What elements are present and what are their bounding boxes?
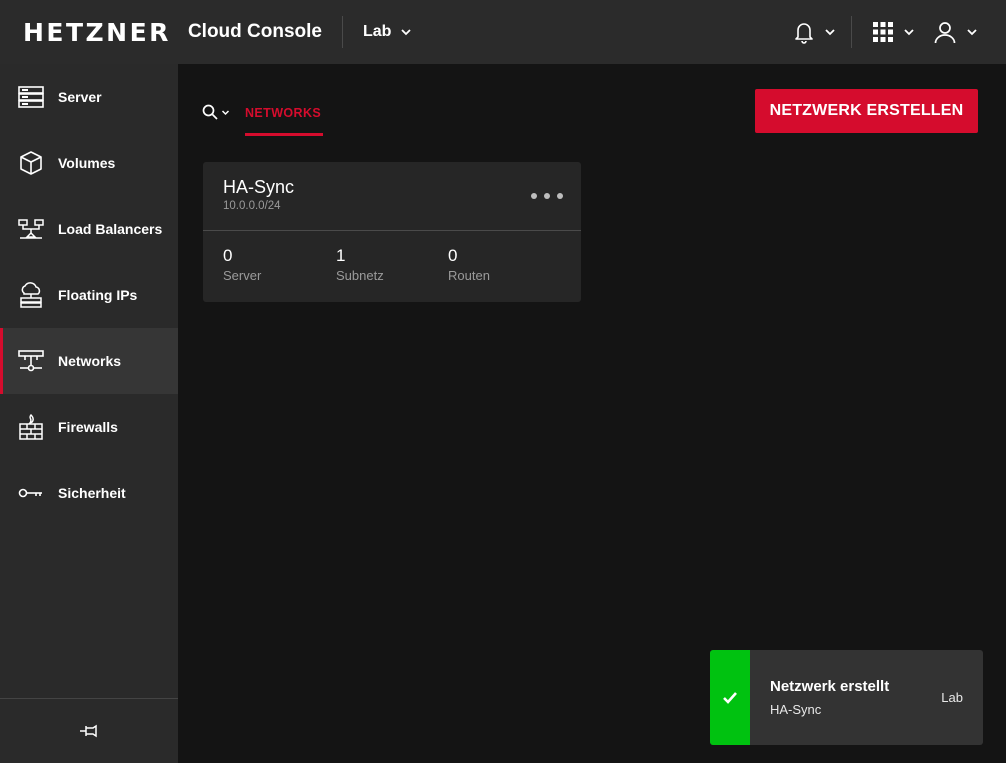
stat-subnets: 1 Subnetz (336, 246, 384, 283)
server-icon (18, 84, 44, 110)
chevron-down-icon (221, 109, 230, 115)
network-actions-button[interactable] (531, 186, 563, 206)
sidebar-item-security[interactable]: Sicherheit (0, 460, 178, 526)
apps-menu[interactable] (872, 21, 915, 43)
search-toggle[interactable] (202, 104, 230, 120)
sidebar-item-networks[interactable]: Networks (0, 328, 178, 394)
tab-networks[interactable]: NETWORKS (245, 106, 321, 120)
sidebar-item-server[interactable]: Server (0, 64, 178, 130)
load-balancer-icon (18, 216, 44, 242)
more-dots-icon (531, 193, 537, 199)
sidebar-item-load-balancers[interactable]: Load Balancers (0, 196, 178, 262)
stat-value: 1 (336, 246, 346, 265)
notifications-menu[interactable] (792, 19, 836, 45)
chevron-down-icon (904, 29, 914, 36)
toast-subtitle: HA-Sync (770, 702, 822, 717)
search-icon (202, 104, 218, 120)
stat-label: Server (223, 268, 262, 283)
more-dots-icon (557, 193, 563, 199)
sidebar-item-label: Firewalls (58, 419, 118, 435)
stat-value: 0 (223, 246, 233, 265)
sidebar-item-label: Networks (58, 353, 122, 369)
create-network-button[interactable]: NETZWERK ERSTELLEN (755, 89, 978, 133)
stat-value: 0 (448, 246, 458, 265)
sidebar: Server Volumes Load Balancers Floating I… (0, 64, 178, 763)
product-name: Cloud Console (187, 21, 322, 42)
active-tab-indicator (245, 133, 323, 136)
sidebar-item-firewalls[interactable]: Firewalls (0, 394, 178, 460)
sidebar-item-label: Volumes (58, 155, 116, 171)
chevron-down-icon (825, 29, 835, 36)
stat-label: Routen (448, 268, 490, 283)
sidebar-item-floating-ips[interactable]: Floating IPs (0, 262, 178, 328)
more-dots-icon (544, 193, 550, 199)
pin-sidebar-button[interactable] (0, 698, 178, 763)
project-selector[interactable]: Lab (363, 23, 412, 41)
card-divider (203, 230, 581, 231)
toast-project: Lab (941, 690, 963, 705)
cube-icon (18, 150, 44, 176)
network-name[interactable]: HA-Sync (223, 177, 294, 198)
sidebar-item-label: Server (58, 89, 102, 105)
project-name: Lab (363, 23, 392, 40)
toast-status-bar (710, 650, 750, 745)
network-cidr: 10.0.0.0/24 (223, 200, 281, 212)
stat-label: Subnetz (336, 268, 384, 283)
user-menu[interactable] (933, 20, 978, 44)
firewall-icon (18, 414, 44, 440)
checkmark-icon (723, 691, 737, 704)
key-icon (18, 480, 44, 506)
user-icon (934, 22, 956, 44)
success-toast[interactable]: Netzwerk erstellt HA-Sync Lab (710, 650, 983, 745)
pin-icon (80, 724, 97, 738)
stat-routes: 0 Routen (448, 246, 490, 283)
chevron-down-icon (401, 29, 412, 36)
top-bar: HETZNER Cloud Console Lab (0, 0, 1006, 64)
floating-ip-icon (18, 282, 44, 308)
header-divider (851, 16, 852, 48)
toast-title: Netzwerk erstellt (770, 678, 890, 695)
sidebar-item-volumes[interactable]: Volumes (0, 130, 178, 196)
bell-icon (795, 23, 813, 44)
apps-grid-icon (873, 22, 893, 42)
sidebar-item-label: Sicherheit (58, 485, 126, 501)
header-divider (342, 16, 343, 48)
network-icon (18, 348, 44, 374)
sidebar-item-label: Load Balancers (58, 221, 163, 237)
hetzner-logo[interactable]: HETZNER (23, 18, 171, 47)
stat-server: 0 Server (223, 246, 261, 283)
sidebar-item-label: Floating IPs (58, 287, 138, 303)
network-card[interactable]: HA-Sync 10.0.0.0/24 0 Server 1 Subnetz 0… (203, 162, 581, 302)
chevron-down-icon (967, 29, 977, 36)
